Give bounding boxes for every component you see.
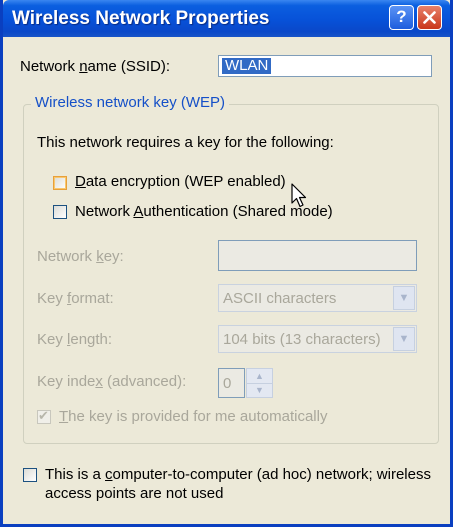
mouse-cursor-icon bbox=[291, 183, 307, 208]
help-button[interactable]: ? bbox=[389, 5, 414, 30]
key-length-label: Key length: bbox=[37, 331, 113, 348]
key-format-select[interactable]: ASCII characters ▼ bbox=[218, 284, 417, 312]
auto-key-checkbox[interactable]: ✔ bbox=[37, 408, 51, 424]
chevron-down-icon[interactable]: ▼ bbox=[393, 286, 415, 310]
network-key-label: Network key: bbox=[37, 248, 124, 265]
key-index-input[interactable]: 0 bbox=[218, 368, 245, 398]
ssid-input[interactable]: WLAN bbox=[218, 55, 432, 77]
key-length-value: 104 bits (13 characters) bbox=[223, 331, 381, 348]
wep-intro-text: This network requires a key for the foll… bbox=[37, 134, 334, 151]
ssid-label: Network name (SSID): bbox=[20, 58, 171, 75]
wireless-network-properties-dialog: Wireless Network Properties ? Network na… bbox=[0, 0, 453, 527]
ssid-value: WLAN bbox=[222, 58, 272, 74]
spin-up-icon[interactable]: ▲ bbox=[247, 369, 272, 384]
key-index-value: 0 bbox=[223, 375, 232, 392]
close-button[interactable] bbox=[417, 5, 442, 30]
spin-down-icon[interactable]: ▼ bbox=[247, 383, 272, 397]
auto-key-label[interactable]: The key is provided for me automatically bbox=[59, 408, 327, 425]
key-format-label: Key format: bbox=[37, 290, 114, 307]
title-bar[interactable]: Wireless Network Properties ? bbox=[3, 0, 450, 37]
window-title: Wireless Network Properties bbox=[12, 8, 270, 29]
data-encryption-checkbox[interactable] bbox=[53, 176, 67, 190]
wep-group-legend: Wireless network key (WEP) bbox=[31, 94, 230, 111]
adhoc-checkbox[interactable] bbox=[23, 468, 37, 482]
network-auth-checkbox[interactable] bbox=[53, 205, 67, 219]
chevron-down-icon[interactable]: ▼ bbox=[393, 327, 415, 351]
key-index-spinner[interactable]: ▲ ▼ bbox=[246, 368, 273, 398]
adhoc-label-line2[interactable]: access points are not used bbox=[45, 485, 223, 502]
key-length-select[interactable]: 104 bits (13 characters) ▼ bbox=[218, 325, 417, 353]
data-encryption-label[interactable]: Data encryption (WEP enabled) bbox=[75, 173, 286, 190]
adhoc-label-line1[interactable]: This is a computer-to-computer (ad hoc) … bbox=[45, 466, 431, 483]
checkmark-icon: ✔ bbox=[38, 408, 49, 423]
close-icon bbox=[423, 11, 436, 24]
key-format-value: ASCII characters bbox=[223, 290, 337, 307]
help-icon: ? bbox=[396, 7, 407, 26]
network-key-input[interactable] bbox=[218, 240, 417, 271]
key-index-label: Key index (advanced): bbox=[37, 373, 187, 390]
